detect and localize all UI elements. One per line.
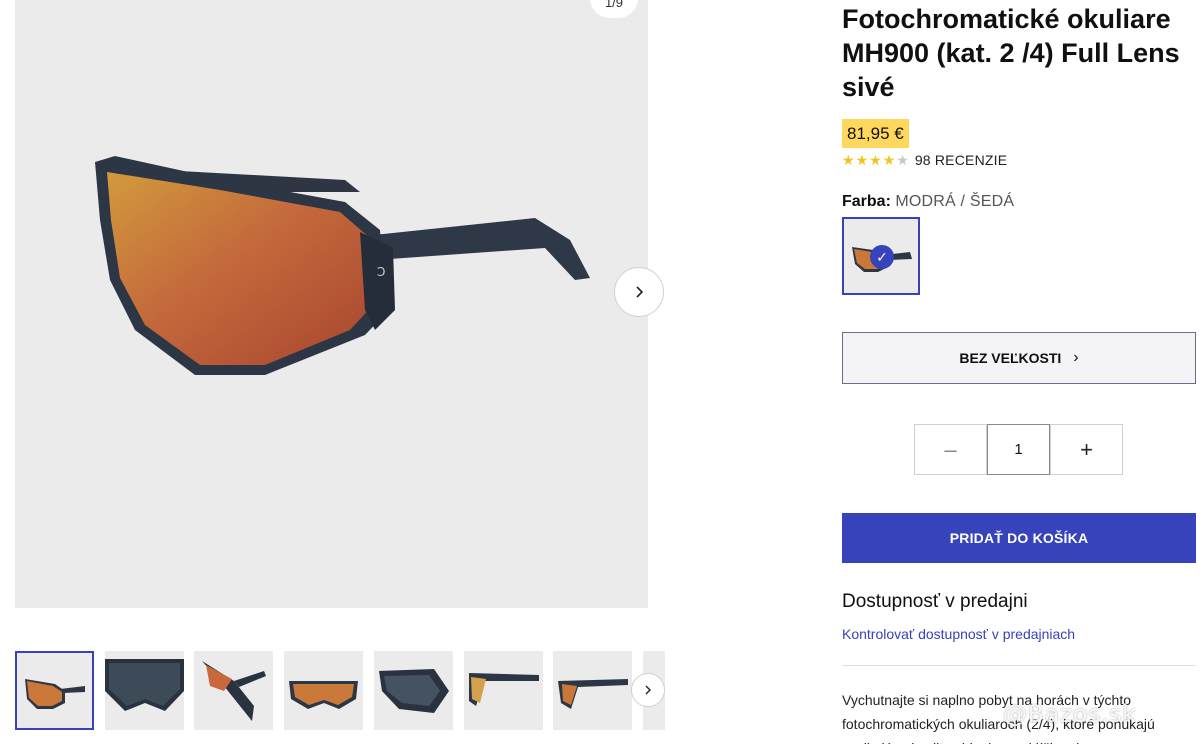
color-swatch-selected[interactable]: ✓ xyxy=(842,217,920,295)
thumbnail-2[interactable] xyxy=(105,651,184,730)
next-image-button[interactable] xyxy=(614,267,664,317)
star-icon: ★ xyxy=(842,152,855,168)
reviews-count[interactable]: 98 RECENZIE xyxy=(915,152,1007,168)
thumbnail-5[interactable] xyxy=(374,651,453,730)
color-label-row: Farba: MODRÁ / ŠEDÁ xyxy=(842,193,1014,211)
thumbnail-7[interactable] xyxy=(553,651,632,730)
star-icon: ★ xyxy=(869,152,882,168)
quantity-input[interactable]: 1 xyxy=(987,424,1050,475)
size-button-label: BEZ VEĽKOSTI xyxy=(959,350,1062,366)
quantity-stepper: – 1 + xyxy=(914,424,1123,475)
chevron-right-icon xyxy=(645,685,651,695)
divider xyxy=(842,665,1196,666)
chevron-right-icon xyxy=(636,286,644,298)
add-to-cart-button[interactable]: PRIDAŤ DO KOŠÍKA xyxy=(842,513,1196,563)
watermark: @Bazos.sk xyxy=(1003,700,1137,728)
quantity-decrease-button[interactable]: – xyxy=(914,424,987,475)
rating-stars: ★ ★ ★ ★ ★ xyxy=(842,152,909,168)
thumbnail-next-button[interactable] xyxy=(631,673,665,707)
thumbnail-3[interactable] xyxy=(194,651,273,730)
color-value: MODRÁ / ŠEDÁ xyxy=(895,193,1015,210)
half-star-icon: ★ xyxy=(896,152,909,168)
store-availability-heading: Dostupnosť v predajni xyxy=(842,591,1028,612)
color-label: Farba: xyxy=(842,193,891,210)
size-select-button[interactable]: BEZ VEĽKOSTI › xyxy=(842,332,1196,384)
thumbnail-4[interactable] xyxy=(284,651,363,730)
product-title: Fotochromatické okuliare MH900 (kat. 2 /… xyxy=(842,4,1180,102)
star-icon: ★ xyxy=(855,152,869,168)
rating[interactable]: ★ ★ ★ ★ ★ 98 RECENZIE xyxy=(842,152,1007,168)
check-store-availability-link[interactable]: Kontrolovať dostupnosť v predajniach xyxy=(842,626,1075,642)
thumbnail-strip xyxy=(15,651,665,731)
main-product-image[interactable]: Ͻ xyxy=(15,0,648,608)
check-icon: ✓ xyxy=(870,245,894,269)
thumbnail-1[interactable] xyxy=(15,651,94,730)
chevron-right-icon: › xyxy=(1073,349,1079,366)
svg-text:Ͻ: Ͻ xyxy=(377,265,385,279)
star-icon: ★ xyxy=(882,152,896,168)
quantity-increase-button[interactable]: + xyxy=(1050,424,1123,475)
thumbnail-6[interactable] xyxy=(464,651,543,730)
sunglasses-image: Ͻ xyxy=(95,156,590,375)
price-tag: 81,95 € xyxy=(842,119,909,148)
